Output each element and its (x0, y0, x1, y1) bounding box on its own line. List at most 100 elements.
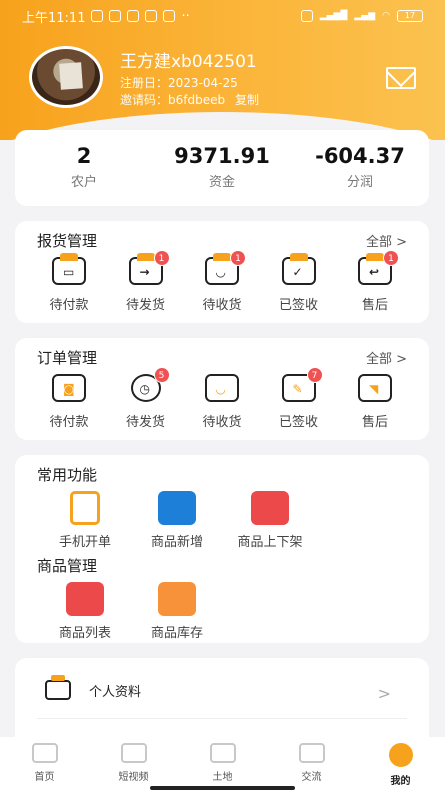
register-date-line: 注册日：2023-04-25 (120, 74, 238, 91)
invite-code-line: 邀请码：b6fdbeeb 复制 (120, 91, 259, 108)
divider (37, 718, 407, 719)
product-listing-button[interactable]: 商品上下架 (227, 491, 313, 550)
wallet-icon: ◙ (52, 374, 86, 402)
order-pending-shipment[interactable]: ◷ 5 待发货 (114, 367, 178, 430)
menu-label: 个人资料 (89, 684, 142, 700)
orders-view-all-link[interactable]: 全部 > (366, 348, 407, 367)
chevron-right-icon: > (377, 684, 391, 703)
stat-profit-share[interactable]: -604.37 分润 (291, 130, 429, 206)
profile-card-icon (45, 675, 71, 700)
personal-info-row[interactable]: 个人资料 (45, 675, 142, 700)
community-icon (298, 743, 325, 763)
mobile-order-button[interactable]: 手机开单 (43, 491, 127, 550)
report-pending-receipt[interactable]: ◡ 1 待收货 (190, 250, 254, 313)
home-icon (31, 743, 58, 763)
tab-label: 交流 (301, 772, 322, 783)
invite-label: 邀请码： (120, 93, 169, 107)
more-notifications-icon: ·· (181, 8, 190, 24)
wifi-icon: ◠ (382, 11, 390, 21)
check-box-icon: ✓ (281, 253, 316, 285)
stat-label: 资金 (208, 175, 235, 190)
invite-code: b6fdbeeb (168, 93, 226, 107)
count-badge: 7 (306, 367, 323, 383)
avatar[interactable] (29, 46, 103, 108)
product-list-icon (66, 582, 104, 616)
order-pending-receipt[interactable]: ◡ 待收货 (190, 374, 254, 430)
stat-funds[interactable]: 9371.91 资金 (153, 130, 291, 206)
count-badge: 1 (153, 250, 170, 266)
hd-icon (300, 10, 313, 22)
stat-value: 2 (76, 144, 92, 168)
shelf-up-down-icon (251, 491, 289, 525)
report-pending-payment[interactable]: ▭ 待付款 (37, 253, 101, 313)
functions-card: 常用功能 手机开单 商品新增 商品上下架 商品管理 商品列表 商品库存 (15, 455, 429, 643)
item-label: 已签收 (278, 415, 318, 430)
battery-icon: 17 (397, 10, 423, 22)
item-label: 待付款 (49, 298, 89, 313)
user-icon (388, 743, 413, 767)
stat-value: 9371.91 (174, 144, 270, 168)
item-label: 已签收 (278, 298, 318, 313)
tab-label: 短视频 (118, 772, 149, 783)
stock-box-icon (158, 582, 196, 616)
report-management-card: 报货管理 全部 > ▭ 待付款 → 1 待发货 ◡ 1 待收货 ✓ 已签收 ↩ … (15, 221, 429, 323)
register-label: 注册日： (120, 76, 169, 90)
product-list-button[interactable]: 商品列表 (43, 582, 127, 641)
section-title: 订单管理 (37, 349, 98, 367)
func-label: 商品上下架 (237, 535, 303, 550)
order-pending-payment[interactable]: ◙ 待付款 (37, 374, 101, 430)
section-title: 商品管理 (37, 557, 98, 575)
home-indicator[interactable] (150, 786, 295, 790)
stat-label: 分润 (346, 175, 373, 190)
tab-label: 首页 (34, 772, 55, 783)
item-label: 售后 (361, 415, 388, 430)
tab-home[interactable]: 首页 (0, 737, 89, 795)
envelope-icon: ◥ (358, 374, 392, 402)
report-signed[interactable]: ✓ 已签收 (267, 253, 331, 313)
app-notification-icon (109, 10, 122, 22)
report-view-all-link[interactable]: 全部 > (366, 231, 407, 250)
report-pending-shipment[interactable]: → 1 待发货 (114, 250, 178, 313)
item-label: 待发货 (125, 298, 165, 313)
video-icon (120, 743, 147, 763)
video-notification-icon (145, 10, 158, 22)
stats-card: 2 农户 9371.91 资金 -604.37 分润 (15, 130, 429, 206)
item-label: 待收货 (202, 415, 242, 430)
copy-button[interactable]: 复制 (235, 93, 259, 107)
section-title: 报货管理 (37, 232, 98, 250)
func-label: 商品新增 (150, 535, 203, 550)
report-after-sales[interactable]: ↩ 1 售后 (343, 250, 407, 313)
open-box-icon: ◡ (205, 374, 239, 402)
count-badge: 5 (153, 367, 170, 383)
add-product-button[interactable]: 商品新增 (135, 491, 219, 550)
count-badge: 1 (383, 250, 399, 266)
func-label: 商品列表 (58, 626, 111, 641)
tab-label: 我的 (390, 776, 411, 787)
mail-icon[interactable] (386, 67, 416, 89)
status-time: 上午11:11 (22, 10, 86, 26)
func-label: 手机开单 (58, 535, 111, 550)
phone-coin-icon (70, 491, 100, 525)
status-bar: 上午11:11 ·· ▂▄▆█ ▂▄▆ ◠ 17 (0, 0, 445, 32)
signal2-icon: ▂▄▆ (354, 11, 376, 21)
signal-icon: ▂▄▆█ (319, 11, 348, 21)
item-label: 待付款 (49, 415, 89, 430)
tab-label: 土地 (212, 772, 233, 783)
item-label: 售后 (361, 298, 388, 313)
stat-value: -604.37 (315, 144, 405, 168)
order-signed[interactable]: ✎ 7 已签收 (267, 367, 331, 430)
wallet-icon: ▭ (52, 253, 86, 285)
func-label: 商品库存 (150, 626, 203, 641)
tab-mine[interactable]: 我的 (356, 737, 445, 795)
stat-farmers[interactable]: 2 农户 (15, 130, 153, 206)
section-title: 常用功能 (37, 466, 98, 484)
alarm-icon (91, 10, 104, 22)
register-date: 2023-04-25 (168, 76, 238, 90)
count-badge: 1 (230, 250, 246, 266)
product-stock-button[interactable]: 商品库存 (135, 582, 219, 641)
add-product-icon (158, 491, 196, 525)
order-after-sales[interactable]: ◥ 售后 (343, 374, 407, 430)
item-label: 待发货 (125, 415, 165, 430)
message-notification-icon (127, 10, 140, 22)
user-name: 王方建xb042501 (120, 52, 257, 72)
